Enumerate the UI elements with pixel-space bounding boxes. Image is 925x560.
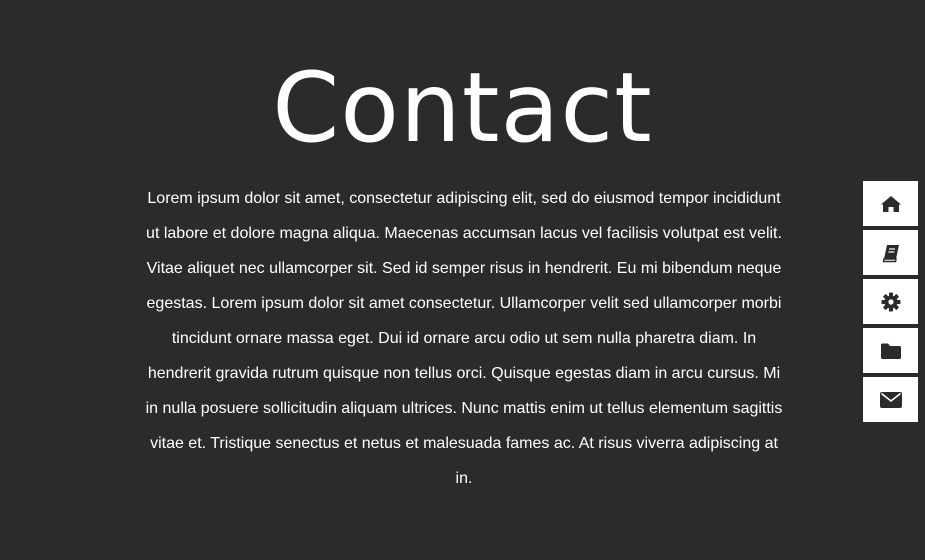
page-title: Contact <box>272 52 653 164</box>
folder-icon <box>880 343 901 359</box>
nav-contact-button[interactable] <box>863 377 918 422</box>
home-icon <box>880 195 901 212</box>
nav-home-button[interactable] <box>863 181 918 226</box>
contact-page: Contact Lorem ipsum dolor sit amet, cons… <box>0 0 925 560</box>
book-icon <box>882 244 899 262</box>
nav-settings-button[interactable] <box>863 279 918 324</box>
contact-description: Lorem ipsum dolor sit amet, consectetur … <box>145 190 783 487</box>
nav-book-button[interactable] <box>863 230 918 275</box>
side-nav <box>863 181 918 426</box>
gear-icon <box>881 292 900 311</box>
nav-folder-button[interactable] <box>863 328 918 373</box>
envelope-icon <box>879 391 902 408</box>
